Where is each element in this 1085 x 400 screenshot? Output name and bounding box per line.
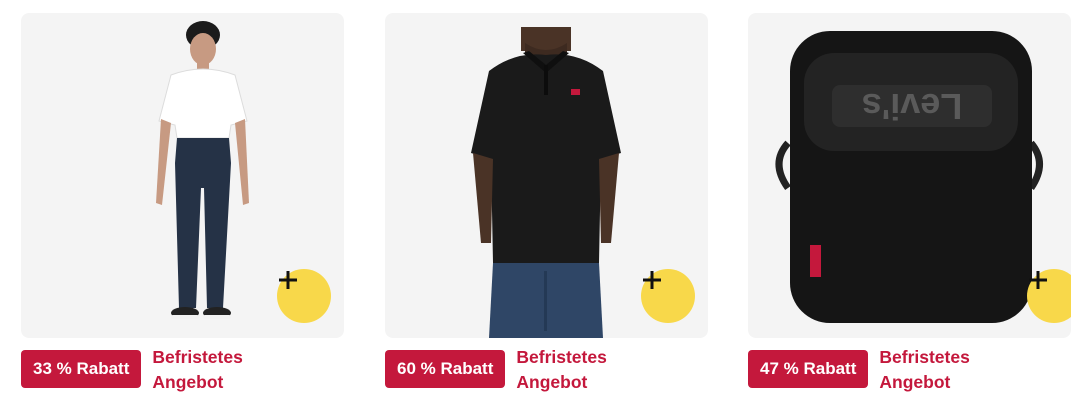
discount-badge: 60 % Rabatt bbox=[385, 350, 506, 388]
black-bag-illustration: Levi's bbox=[775, 31, 1043, 323]
add-to-cart-button[interactable] bbox=[641, 269, 695, 323]
limited-offer-line1: Befristetes bbox=[879, 347, 970, 367]
product-card[interactable]: 33 % Rabatt Befristetes Angebot bbox=[21, 0, 346, 400]
deal-info: 47 % Rabatt Befristetes Angebot bbox=[748, 345, 970, 395]
plus-icon bbox=[1029, 271, 1047, 289]
plus-icon bbox=[643, 271, 661, 289]
limited-offer-line1: Befristetes bbox=[516, 347, 607, 367]
product-image-polo-shirt[interactable] bbox=[385, 13, 708, 338]
limited-offer-line2: Angebot bbox=[516, 372, 588, 392]
limited-offer-line1: Befristetes bbox=[152, 347, 243, 367]
deal-info: 60 % Rabatt Befristetes Angebot bbox=[385, 345, 607, 395]
discount-badge: 33 % Rabatt bbox=[21, 350, 142, 388]
product-image-chino-pants[interactable] bbox=[21, 13, 344, 338]
plus-icon bbox=[279, 271, 297, 289]
discount-badge: 47 % Rabatt bbox=[748, 350, 869, 388]
deal-info: 33 % Rabatt Befristetes Angebot bbox=[21, 345, 243, 395]
product-card[interactable]: Levi's 47 % Rabatt Befristetes Angebot bbox=[748, 0, 1073, 400]
product-image-crossbody-bag[interactable]: Levi's bbox=[748, 13, 1071, 338]
limited-offer-label: Befristetes Angebot bbox=[152, 345, 242, 395]
product-card[interactable]: 60 % Rabatt Befristetes Angebot bbox=[385, 0, 710, 400]
limited-offer-label: Befristetes Angebot bbox=[516, 345, 606, 395]
bag-logo-text: Levi's bbox=[862, 86, 963, 127]
limited-offer-label: Befristetes Angebot bbox=[879, 345, 969, 395]
limited-offer-line2: Angebot bbox=[879, 372, 951, 392]
add-to-cart-button[interactable] bbox=[277, 269, 331, 323]
limited-offer-line2: Angebot bbox=[152, 372, 224, 392]
